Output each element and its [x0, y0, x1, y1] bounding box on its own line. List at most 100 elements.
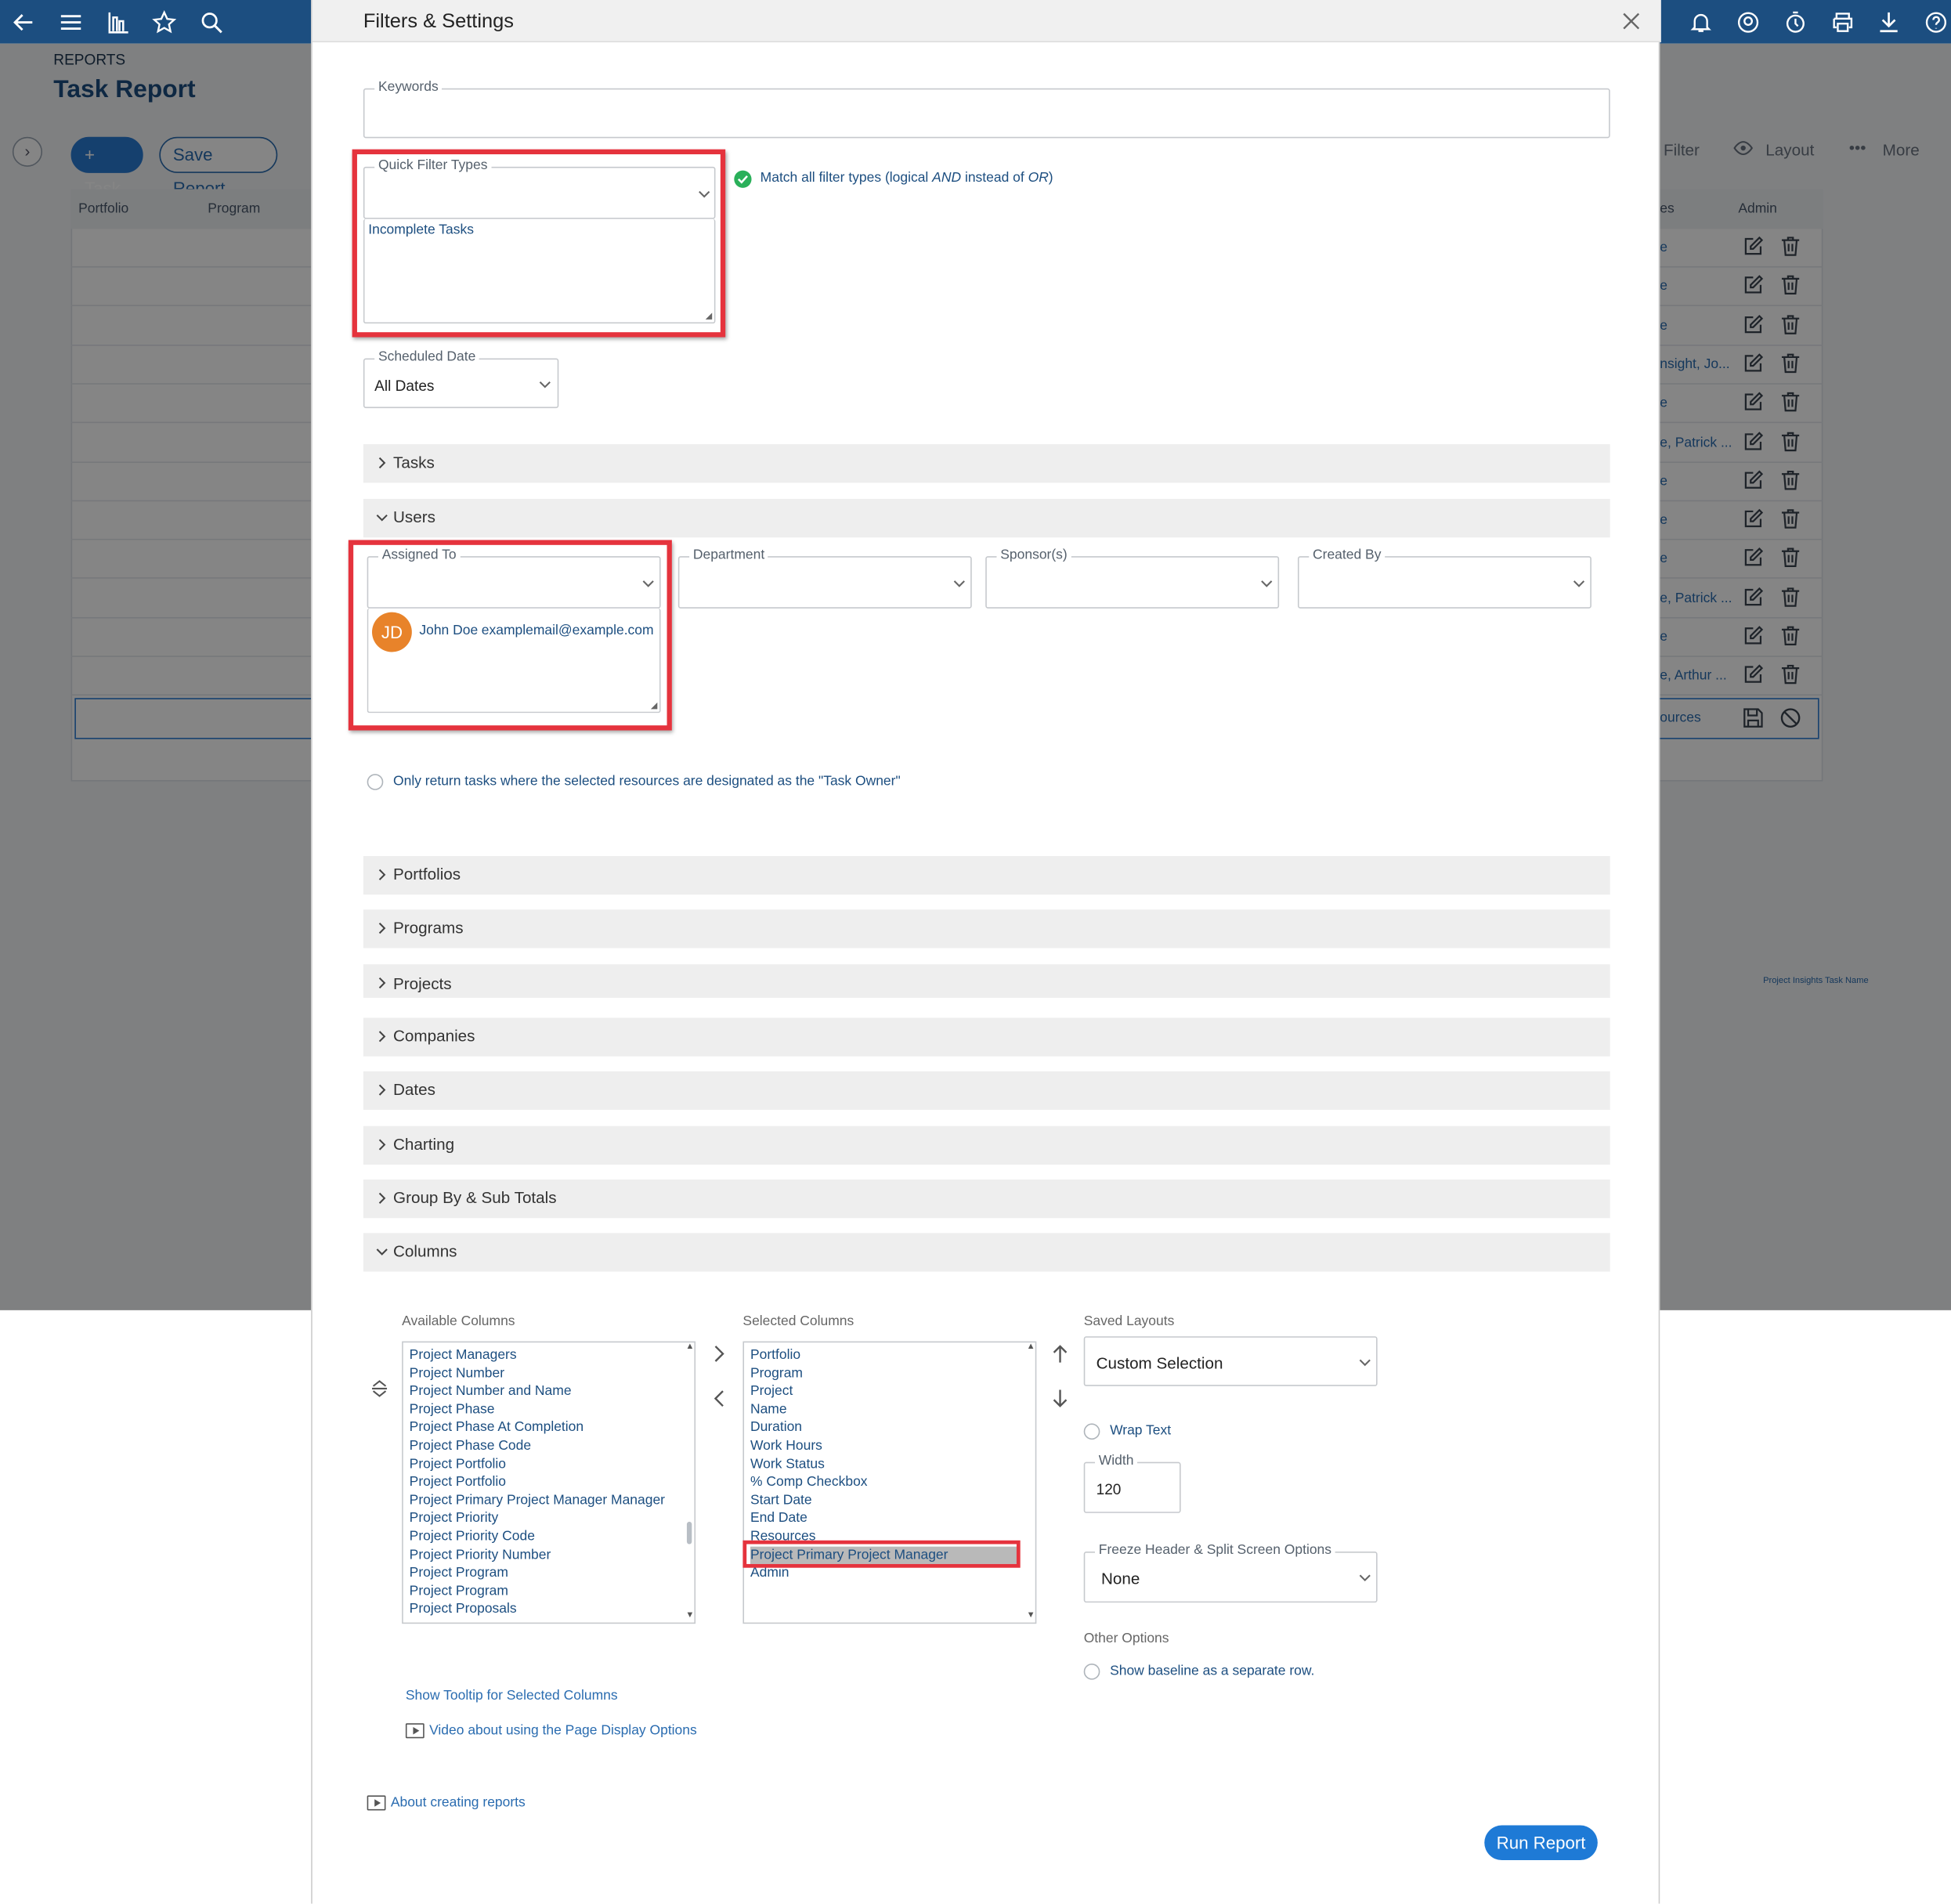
- available-column-item[interactable]: Project Managers: [410, 1346, 665, 1364]
- help-icon[interactable]: [1924, 10, 1949, 35]
- available-column-item[interactable]: Project Priority Code: [410, 1528, 665, 1546]
- selected-column-item[interactable]: Portfolio: [750, 1346, 1019, 1364]
- check-circle-icon[interactable]: [734, 170, 752, 188]
- scheduled-date-label: Scheduled Date: [374, 349, 480, 365]
- section-projects[interactable]: Projects: [363, 964, 1610, 999]
- wrap-text-label[interactable]: Wrap Text: [1110, 1423, 1171, 1438]
- available-column-item[interactable]: Project Priority Number: [410, 1546, 665, 1564]
- available-column-item[interactable]: Project Program: [410, 1582, 665, 1600]
- highlight-box: [742, 1540, 1021, 1568]
- chevron-down-icon: [1571, 576, 1586, 591]
- scheduled-date-select[interactable]: Scheduled Date All Dates: [363, 349, 559, 409]
- section-companies[interactable]: Companies: [363, 1017, 1610, 1057]
- available-column-item[interactable]: Project Priority: [410, 1510, 665, 1528]
- tooltip-link[interactable]: Show Tooltip for Selected Columns: [406, 1689, 618, 1703]
- freeze-header-value: None: [1100, 1569, 1140, 1588]
- section-label: Companies: [393, 1026, 475, 1046]
- section-portfolios[interactable]: Portfolios: [363, 855, 1610, 895]
- saved-layouts-select[interactable]: Custom Selection: [1083, 1336, 1378, 1386]
- sort-icon[interactable]: [370, 1378, 389, 1398]
- chevron-right-icon: [374, 1190, 389, 1205]
- selected-column-item[interactable]: % Comp Checkbox: [750, 1473, 1019, 1491]
- match-all-or: OR: [1028, 170, 1049, 186]
- section-users[interactable]: Users: [363, 499, 1610, 538]
- chevron-right-icon: [374, 1137, 389, 1152]
- move-down-icon[interactable]: [1050, 1389, 1070, 1408]
- section-programs[interactable]: Programs: [363, 909, 1610, 948]
- scroll-up-icon[interactable]: ▲: [1027, 1342, 1035, 1351]
- timer-icon[interactable]: [1783, 10, 1808, 35]
- scroll-down-icon[interactable]: ▼: [685, 1611, 694, 1620]
- available-column-item[interactable]: Project Number and Name: [410, 1382, 665, 1400]
- selected-column-item[interactable]: Project: [750, 1382, 1019, 1400]
- freeze-header-select[interactable]: Freeze Header & Split Screen Options Non…: [1083, 1542, 1378, 1603]
- department-select[interactable]: Department: [677, 547, 972, 609]
- star-icon[interactable]: [152, 10, 177, 35]
- available-column-item[interactable]: Project Program: [410, 1564, 665, 1582]
- reports-icon[interactable]: [106, 10, 131, 35]
- video-icon: [367, 1795, 386, 1811]
- available-column-item[interactable]: Project Phase At Completion: [410, 1419, 665, 1437]
- search-icon[interactable]: [199, 10, 224, 35]
- available-columns-items: Project Managers Project Number Project Nu…: [410, 1346, 665, 1619]
- scrollbar-thumb[interactable]: [686, 1521, 692, 1545]
- section-columns[interactable]: Columns: [363, 1233, 1610, 1272]
- print-icon[interactable]: [1830, 10, 1855, 35]
- move-right-icon[interactable]: [710, 1344, 729, 1364]
- selected-column-item[interactable]: Work Status: [750, 1455, 1019, 1473]
- close-icon[interactable]: [1621, 11, 1641, 31]
- available-column-item[interactable]: Project Portfolio: [410, 1455, 665, 1473]
- chevron-down-icon: [1357, 1355, 1372, 1370]
- selected-columns-list[interactable]: Portfolio Program Project Name Duration Work …: [742, 1341, 1037, 1624]
- chevron-right-icon: [374, 976, 389, 991]
- sponsors-select[interactable]: Sponsor(s): [985, 547, 1280, 609]
- available-column-item[interactable]: Project Number: [410, 1364, 665, 1382]
- section-label: Programs: [393, 918, 464, 938]
- match-all-filter-types-label[interactable]: Match all filter types (logical AND inst…: [761, 171, 1053, 186]
- baseline-label[interactable]: Show baseline as a separate row.: [1110, 1664, 1314, 1678]
- bell-icon[interactable]: [1689, 10, 1714, 35]
- saved-layout-value: Custom Selection: [1096, 1353, 1223, 1373]
- available-column-item[interactable]: Project Phase: [410, 1400, 665, 1418]
- baseline-radio[interactable]: [1083, 1664, 1100, 1680]
- menu-icon[interactable]: [59, 10, 84, 35]
- move-up-icon[interactable]: [1050, 1344, 1070, 1364]
- available-columns-list[interactable]: Project Managers Project Number Project Nu…: [402, 1341, 696, 1624]
- department-label: Department: [689, 547, 768, 563]
- back-arrow-icon[interactable]: [11, 10, 36, 35]
- selected-column-item[interactable]: Start Date: [750, 1491, 1019, 1509]
- run-report-button[interactable]: Run Report: [1484, 1825, 1598, 1861]
- keywords-field[interactable]: Keywords: [363, 79, 1610, 139]
- about-reports-link[interactable]: About creating reports: [391, 1795, 526, 1810]
- created-by-select[interactable]: Created By: [1297, 547, 1592, 609]
- wrap-text-radio[interactable]: [1083, 1423, 1100, 1440]
- chevron-right-icon: [374, 867, 389, 882]
- selected-column-item[interactable]: End Date: [750, 1510, 1019, 1528]
- selected-column-item[interactable]: Duration: [750, 1419, 1019, 1437]
- video-link[interactable]: Video about using the Page Display Optio…: [429, 1723, 697, 1738]
- available-column-item[interactable]: Project Portfolio: [410, 1473, 665, 1491]
- section-tasks[interactable]: Tasks: [363, 444, 1610, 483]
- section-group-by[interactable]: Group By & Sub Totals: [363, 1180, 1610, 1219]
- section-label: Portfolios: [393, 865, 461, 883]
- task-owner-radio[interactable]: [367, 774, 384, 790]
- selected-column-item[interactable]: Work Hours: [750, 1437, 1019, 1455]
- sponsors-label: Sponsor(s): [996, 547, 1071, 563]
- width-input[interactable]: Width 120: [1083, 1453, 1181, 1513]
- available-column-item[interactable]: Project Phase Code: [410, 1437, 665, 1455]
- available-column-item[interactable]: Project Primary Project Manager Manager: [410, 1491, 665, 1509]
- section-label: Group By & Sub Totals: [393, 1188, 557, 1207]
- scroll-down-icon[interactable]: ▼: [1027, 1611, 1035, 1620]
- scroll-up-icon[interactable]: ▲: [685, 1342, 694, 1351]
- highlight-box: [352, 149, 726, 338]
- user-circle-icon[interactable]: [1736, 10, 1761, 35]
- chevron-right-icon: [374, 1082, 389, 1097]
- section-dates[interactable]: Dates: [363, 1071, 1610, 1111]
- selected-column-item[interactable]: Program: [750, 1364, 1019, 1382]
- available-column-item[interactable]: Project Proposals: [410, 1601, 665, 1619]
- move-left-icon[interactable]: [710, 1389, 729, 1408]
- task-owner-label[interactable]: Only return tasks where the selected res…: [393, 774, 901, 789]
- download-icon[interactable]: [1877, 10, 1902, 35]
- section-charting[interactable]: Charting: [363, 1125, 1610, 1165]
- selected-column-item[interactable]: Name: [750, 1400, 1019, 1418]
